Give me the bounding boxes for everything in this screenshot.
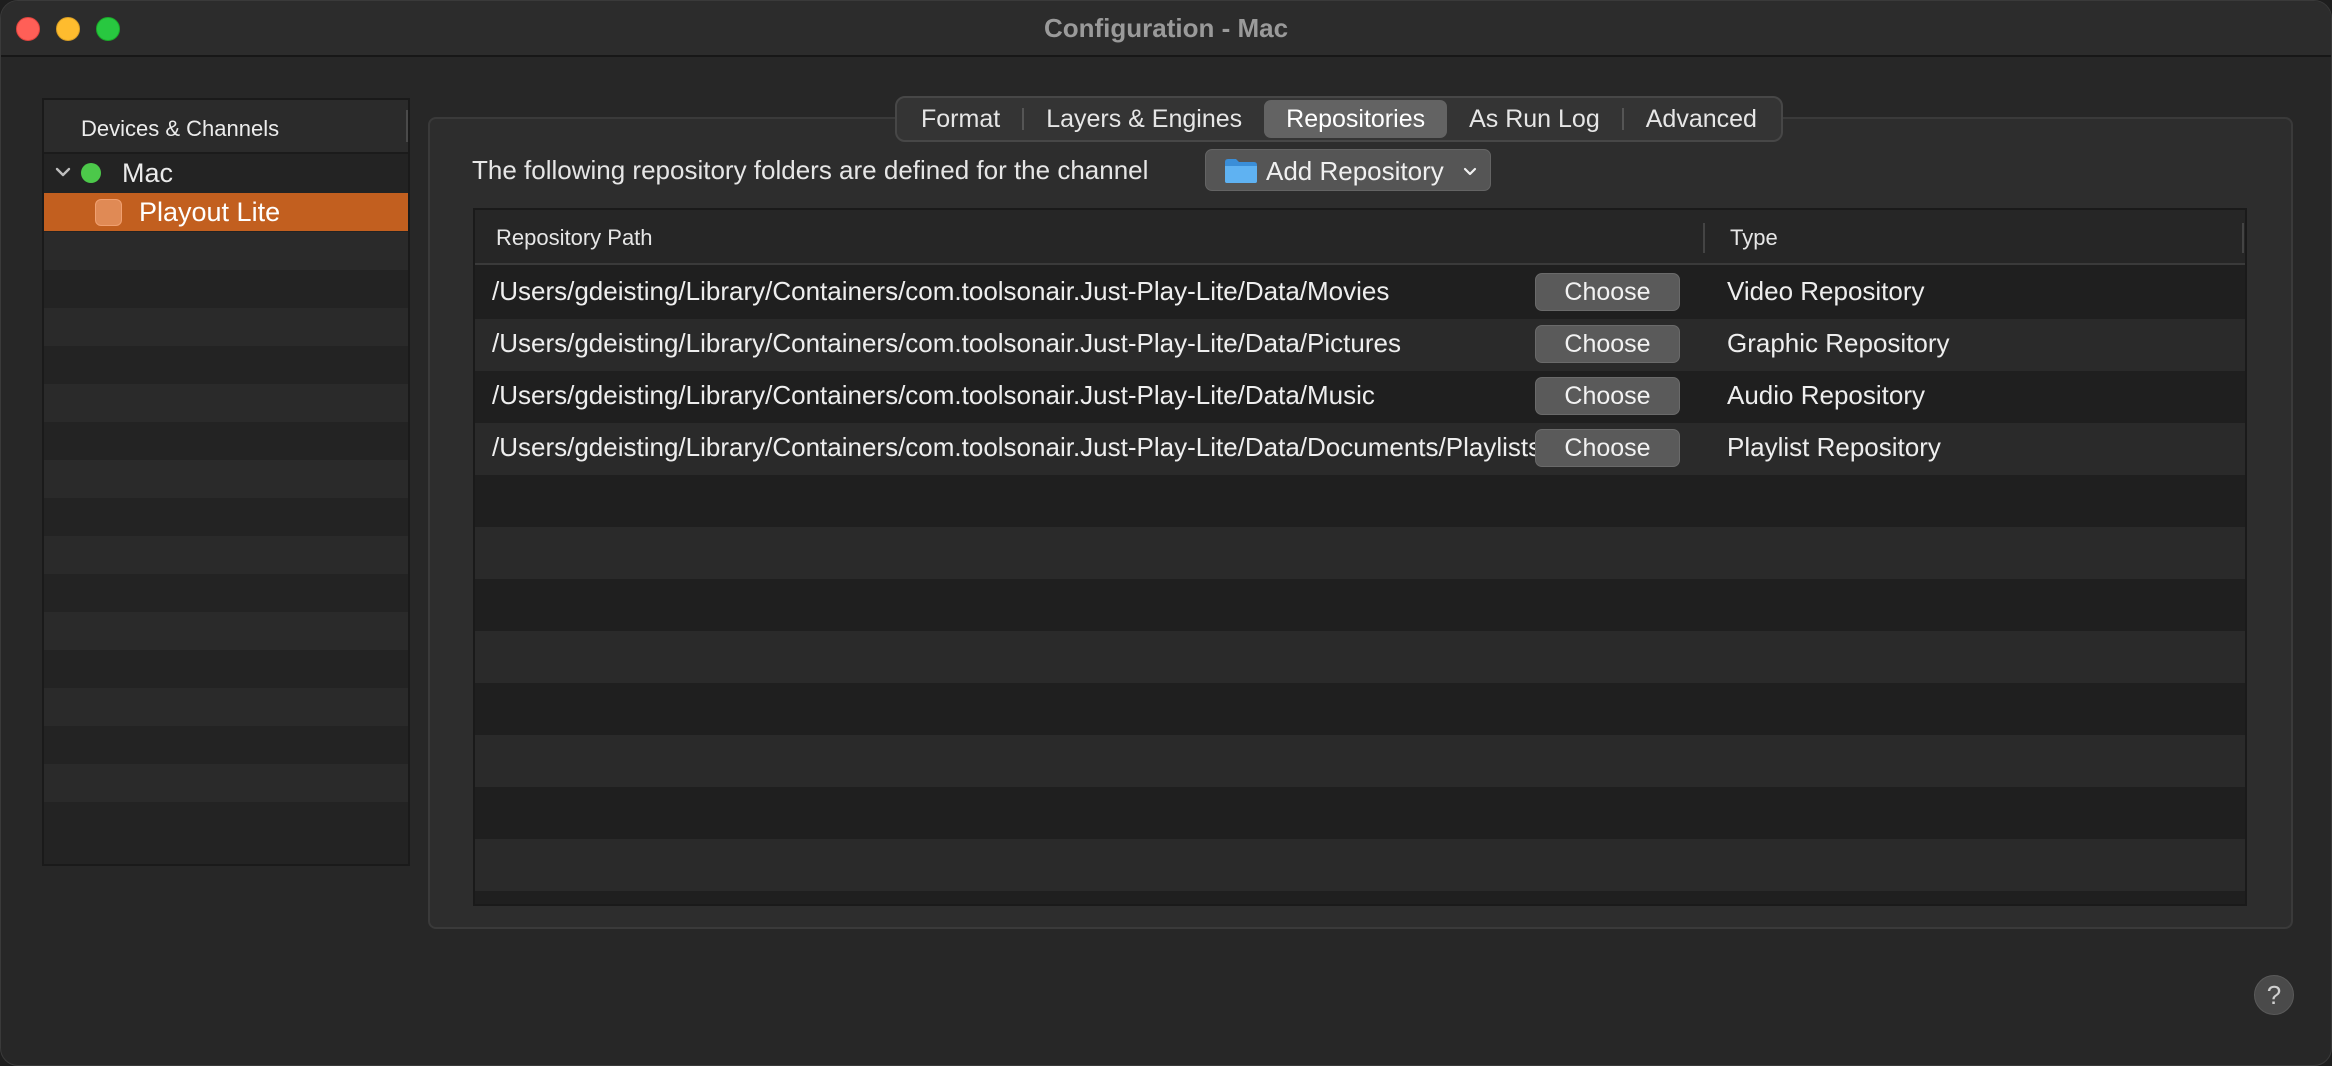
table-row[interactable]: /Users/gdeisting/Library/Containers/com.… (475, 371, 2245, 423)
tab-format[interactable]: Format (899, 100, 1022, 138)
add-repository-button[interactable]: Add Repository (1205, 149, 1491, 191)
title-bar: Configuration - Mac (1, 1, 2331, 57)
empty-row (44, 460, 408, 498)
tab-bar: Format Layers & Engines Repositories As … (895, 96, 1783, 142)
empty-row (475, 839, 2245, 891)
repositories-table: Repository Path Type /Users/gdeisting/Li… (473, 208, 2247, 906)
repository-path: /Users/gdeisting/Library/Containers/com.… (492, 328, 1401, 358)
empty-row (44, 612, 408, 650)
folder-icon (1225, 159, 1257, 183)
column-resize-handle[interactable] (1703, 223, 1705, 253)
empty-row (44, 688, 408, 726)
empty-row (44, 346, 408, 384)
repository-path: /Users/gdeisting/Library/Containers/com.… (492, 432, 1542, 462)
repository-path: /Users/gdeisting/Library/Containers/com.… (492, 380, 1375, 410)
column-header-type[interactable]: Type (1730, 225, 1778, 251)
empty-row (44, 384, 408, 422)
tab-repositories[interactable]: Repositories (1264, 100, 1448, 138)
column-header-repository-path[interactable]: Repository Path (496, 225, 653, 251)
tree-item-playout-lite[interactable]: Playout Lite (44, 193, 408, 231)
tab-layers-engines[interactable]: Layers & Engines (1024, 100, 1264, 138)
chevron-down-icon[interactable] (51, 160, 75, 184)
repository-path: /Users/gdeisting/Library/Containers/com.… (492, 276, 1390, 306)
empty-row (475, 683, 2245, 735)
table-header: Repository Path Type (475, 210, 2245, 265)
table-row[interactable]: /Users/gdeisting/Library/Containers/com.… (475, 423, 2245, 475)
table-row[interactable]: /Users/gdeisting/Library/Containers/com.… (475, 319, 2245, 371)
column-resize-handle[interactable] (2242, 223, 2244, 253)
choose-button[interactable]: Choose (1535, 429, 1680, 467)
channel-checkbox[interactable] (95, 199, 122, 226)
empty-row (475, 787, 2245, 839)
empty-row (475, 475, 2245, 527)
empty-row (44, 574, 408, 612)
empty-row (44, 802, 408, 840)
empty-row (44, 270, 408, 308)
empty-row (475, 527, 2245, 579)
empty-row (44, 536, 408, 574)
tab-as-run-log[interactable]: As Run Log (1447, 100, 1622, 138)
add-repository-label: Add Repository (1266, 156, 1444, 186)
empty-row (44, 726, 408, 764)
repository-type: Audio Repository (1727, 380, 1925, 410)
empty-row (44, 764, 408, 802)
window-title: Configuration - Mac (1043, 13, 1289, 43)
devices-sidebar: Devices & Channels Mac Playout Lite (42, 98, 410, 866)
status-indicator-icon (81, 163, 101, 183)
empty-row (44, 422, 408, 460)
table-row[interactable]: /Users/gdeisting/Library/Containers/com.… (475, 267, 2245, 319)
channel-label: Playout Lite (139, 197, 281, 227)
tab-advanced[interactable]: Advanced (1624, 100, 1779, 138)
empty-row (44, 308, 408, 346)
empty-row (475, 735, 2245, 787)
sidebar-header-label: Devices & Channels (81, 116, 280, 141)
help-button[interactable]: ? (2254, 975, 2294, 1015)
repository-type: Graphic Repository (1727, 328, 1950, 358)
choose-button[interactable]: Choose (1535, 377, 1680, 415)
empty-row (475, 631, 2245, 683)
choose-button[interactable]: Choose (1535, 273, 1680, 311)
column-resize-handle[interactable] (406, 110, 408, 142)
configuration-window: Configuration - Mac Devices & Channels M… (0, 0, 2332, 1066)
tree-item-mac[interactable]: Mac (44, 154, 408, 192)
device-label: Mac (122, 158, 174, 188)
repositories-description: The following repository folders are def… (472, 155, 1149, 185)
empty-row (44, 232, 408, 270)
sidebar-header: Devices & Channels (44, 100, 408, 154)
empty-row (44, 650, 408, 688)
empty-row (44, 498, 408, 536)
chevron-down-icon (1463, 167, 1477, 176)
empty-row (475, 579, 2245, 631)
repository-type: Video Repository (1727, 276, 1925, 306)
choose-button[interactable]: Choose (1535, 325, 1680, 363)
repository-type: Playlist Repository (1727, 432, 1941, 462)
